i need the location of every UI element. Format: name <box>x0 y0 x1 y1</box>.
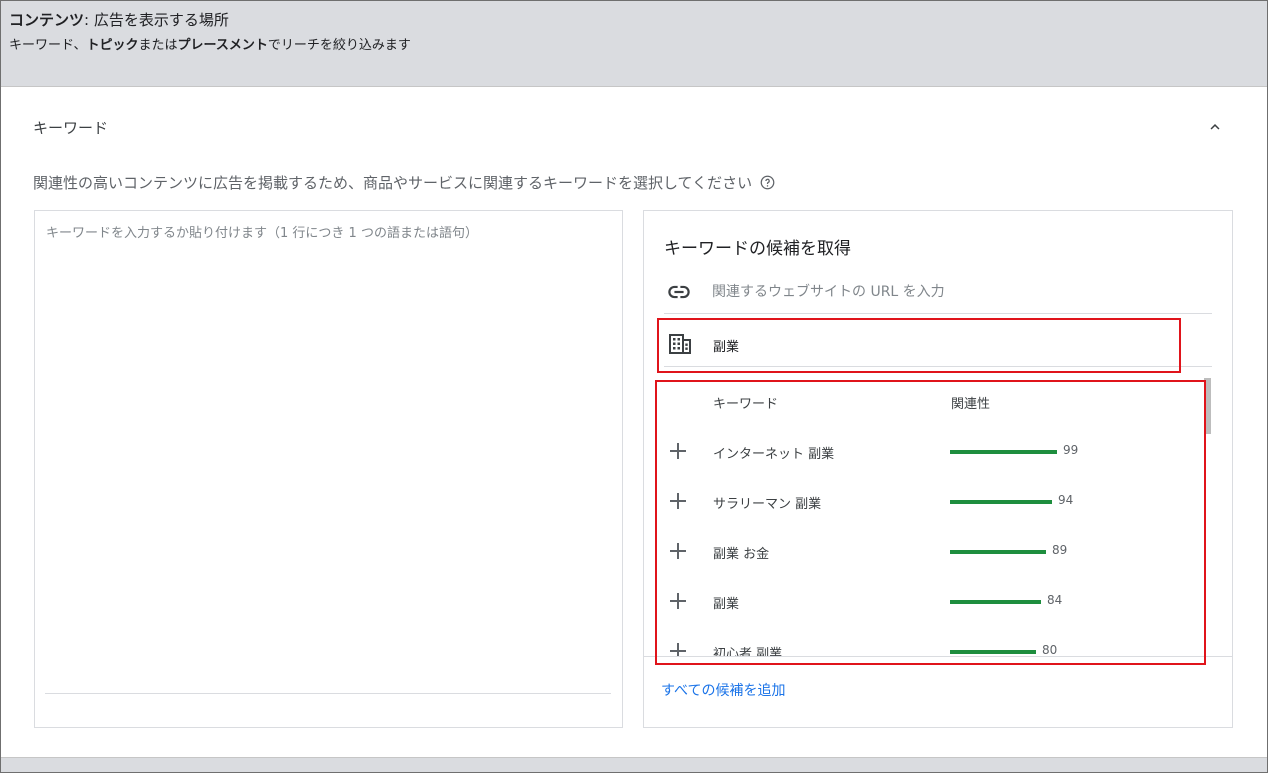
content-header: コンテンツ: 広告を表示する場所 キーワード、トピックまたはプレースメントでリー… <box>1 1 1267 87</box>
suggestion-row[interactable]: 副業 お金 89 <box>664 543 1212 583</box>
header-sep: または <box>138 38 178 53</box>
header-keyword-word: キーワード <box>9 38 74 53</box>
plus-icon[interactable] <box>670 493 686 509</box>
section-description: 関連性の高いコンテンツに広告を掲載するため、商品やサービスに関連するキーワードを… <box>33 172 775 193</box>
suggestion-keyword: 副業 お金 <box>713 547 770 562</box>
relevance-bar <box>950 450 1057 454</box>
suggestion-keyword: サラリーマン 副業 <box>713 497 822 512</box>
header-tail: でリーチを絞り込みます <box>267 38 411 53</box>
chevron-up-icon[interactable] <box>1206 118 1224 136</box>
product-service-value: 副業 <box>713 340 740 355</box>
website-url-input[interactable] <box>712 279 1192 305</box>
column-header-relevance: 関連性 <box>951 397 991 412</box>
section-description-text: 関連性の高いコンテンツに広告を掲載するため、商品やサービスに関連するキーワードを… <box>33 174 753 192</box>
relevance-score: 94 <box>1058 493 1074 507</box>
header-sep: 、 <box>73 38 87 53</box>
header-subtitle: キーワード、トピックまたはプレースメントでリーチを絞り込みます <box>9 34 411 53</box>
website-url-row <box>664 277 1212 314</box>
panel-divider <box>644 656 1232 657</box>
relevance-bar <box>950 500 1052 504</box>
relevance-bar <box>950 550 1046 554</box>
keyword-textarea[interactable] <box>46 222 611 682</box>
suggestion-row[interactable]: インターネット 副業 99 <box>664 443 1212 483</box>
plus-icon[interactable] <box>670 643 686 656</box>
keyword-suggestions-panel: キーワードの候補を取得 副業 キーワード 関連性 インターネット 副業 99 <box>643 210 1233 728</box>
relevance-score: 80 <box>1042 643 1058 656</box>
keyword-input-underline <box>45 693 611 694</box>
suggestion-list: キーワード 関連性 インターネット 副業 99 サラリーマン 副業 94 副業 … <box>664 379 1212 656</box>
suggestions-title: キーワードの候補を取得 <box>664 239 851 259</box>
plus-icon[interactable] <box>670 443 686 459</box>
section-title: キーワード <box>33 119 109 137</box>
suggestion-row[interactable]: 初心者 副業 80 <box>664 643 1212 656</box>
header-placement-word: プレースメント <box>177 38 268 53</box>
relevance-score: 89 <box>1052 543 1068 557</box>
add-all-suggestions-link[interactable]: すべての候補を追加 <box>661 680 785 700</box>
help-icon[interactable] <box>760 175 775 190</box>
column-header-keyword: キーワード <box>713 397 779 412</box>
suggestion-list-scrollbar[interactable] <box>1204 378 1211 434</box>
link-icon <box>668 285 690 299</box>
relevance-bar <box>950 600 1041 604</box>
plus-icon[interactable] <box>670 593 686 609</box>
header-title-rest: : 広告を表示する場所 <box>84 11 229 29</box>
bottom-section-edge <box>1 757 1267 772</box>
relevance-score: 84 <box>1047 593 1063 607</box>
suggestion-row[interactable]: 副業 84 <box>664 593 1212 633</box>
suggestion-row[interactable]: サラリーマン 副業 94 <box>664 493 1212 533</box>
header-topic-word: トピック <box>86 38 139 53</box>
relevance-bar <box>950 650 1036 654</box>
header-title: コンテンツ: 広告を表示する場所 <box>9 9 229 30</box>
relevance-score: 99 <box>1063 443 1079 457</box>
suggestion-keyword: インターネット 副業 <box>713 447 835 462</box>
plus-icon[interactable] <box>670 543 686 559</box>
suggestion-keyword: 副業 <box>713 597 740 612</box>
product-service-row[interactable]: 副業 <box>664 321 1212 367</box>
header-title-bold: コンテンツ <box>9 11 85 29</box>
building-icon <box>669 334 691 354</box>
suggestion-keyword: 初心者 副業 <box>713 647 783 656</box>
keyword-input-box <box>34 210 623 728</box>
